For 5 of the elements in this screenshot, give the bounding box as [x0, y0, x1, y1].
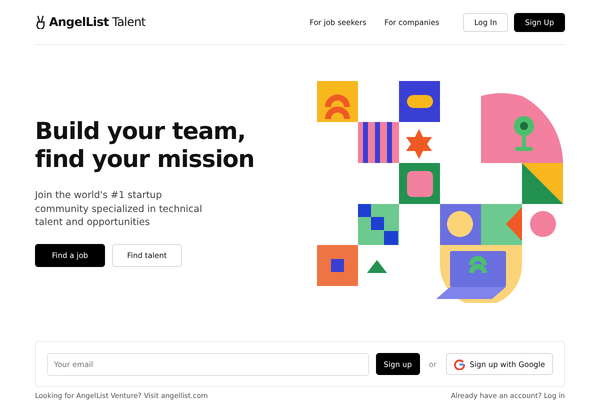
google-icon — [454, 358, 465, 370]
hero-heading: Build your team, find your mission — [35, 117, 254, 173]
hero-subtitle: Join the world's #1 startup community specialized in technical talent and opportunities — [35, 189, 204, 230]
peace-hand-icon — [35, 15, 46, 29]
logo-text[interactable]: AngelList Talent — [49, 15, 146, 29]
